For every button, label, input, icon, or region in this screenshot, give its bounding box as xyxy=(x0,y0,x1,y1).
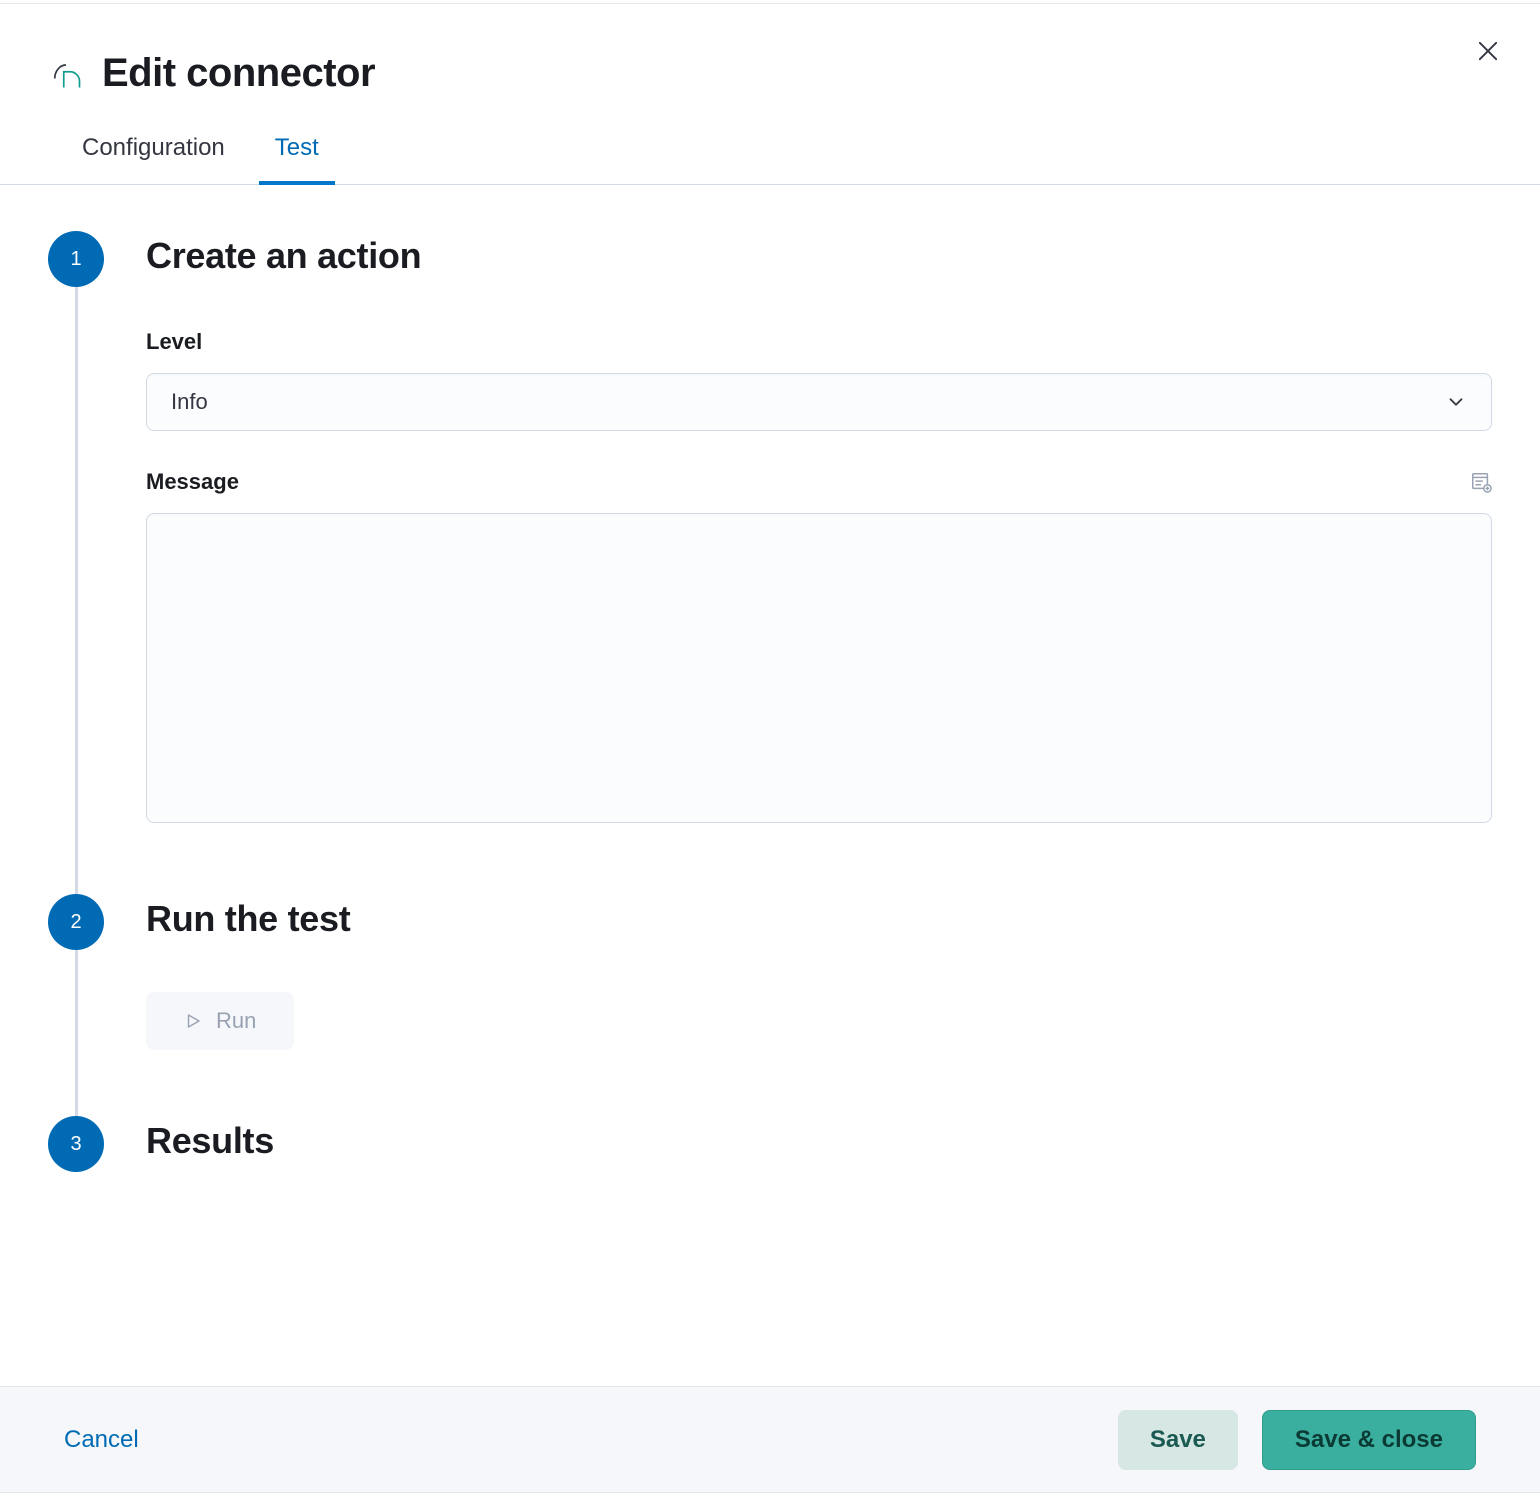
label-row: Message xyxy=(146,469,1492,495)
message-label: Message xyxy=(146,469,239,495)
cancel-button[interactable]: Cancel xyxy=(64,1426,139,1454)
step-title: Create an action xyxy=(146,235,1492,277)
tabs: Configuration Test xyxy=(0,134,1540,185)
step-create-action: 1 Create an action Level Info xyxy=(48,235,1492,828)
message-field: Message xyxy=(146,469,1492,828)
step-number-badge: 1 xyxy=(48,231,104,287)
run-button[interactable]: Run xyxy=(146,992,294,1050)
step-number: 3 xyxy=(70,1133,81,1156)
footer-actions: Save Save & close xyxy=(1118,1410,1476,1470)
chevron-down-icon xyxy=(1445,391,1467,413)
connector-icon xyxy=(48,56,84,92)
panel: Edit connector Configuration Test 1 Crea… xyxy=(0,4,1540,1492)
level-value: Info xyxy=(171,389,208,415)
play-icon xyxy=(184,1012,202,1030)
step-results: 3 Results xyxy=(48,1120,1492,1162)
cancel-label: Cancel xyxy=(64,1426,139,1453)
close-icon xyxy=(1474,37,1502,65)
save-label: Save xyxy=(1150,1426,1206,1454)
bottom-border xyxy=(0,1492,1540,1496)
run-label: Run xyxy=(216,1008,256,1034)
insert-variable-button[interactable] xyxy=(1470,471,1492,493)
level-label: Level xyxy=(146,329,202,355)
save-button[interactable]: Save xyxy=(1118,1410,1238,1470)
index-add-icon xyxy=(1470,471,1492,493)
header: Edit connector xyxy=(0,5,1540,96)
steps: 1 Create an action Level Info xyxy=(48,235,1492,1162)
step-number: 2 xyxy=(70,911,81,934)
level-select[interactable]: Info xyxy=(146,373,1492,431)
tab-configuration[interactable]: Configuration xyxy=(82,134,225,184)
step-number: 1 xyxy=(70,248,81,271)
level-field: Level Info xyxy=(146,329,1492,431)
content: 1 Create an action Level Info xyxy=(0,185,1540,1386)
page-title: Edit connector xyxy=(102,51,375,96)
tab-test[interactable]: Test xyxy=(275,134,319,184)
tab-label: Configuration xyxy=(82,134,225,161)
edit-connector-flyout: Edit connector Configuration Test 1 Crea… xyxy=(0,0,1540,1496)
step-title: Results xyxy=(146,1120,1492,1162)
label-row: Level xyxy=(146,329,1492,355)
step-number-badge: 3 xyxy=(48,1116,104,1172)
footer: Cancel Save Save & close xyxy=(0,1386,1540,1492)
step-number-badge: 2 xyxy=(48,894,104,950)
close-button[interactable] xyxy=(1474,37,1502,65)
save-close-button[interactable]: Save & close xyxy=(1262,1410,1476,1470)
save-close-label: Save & close xyxy=(1295,1426,1443,1454)
step-run-test: 2 Run the test Run xyxy=(48,898,1492,1050)
message-input[interactable] xyxy=(146,513,1492,823)
step-connector-line xyxy=(75,235,78,898)
tab-label: Test xyxy=(275,134,319,161)
step-title: Run the test xyxy=(146,898,1492,940)
